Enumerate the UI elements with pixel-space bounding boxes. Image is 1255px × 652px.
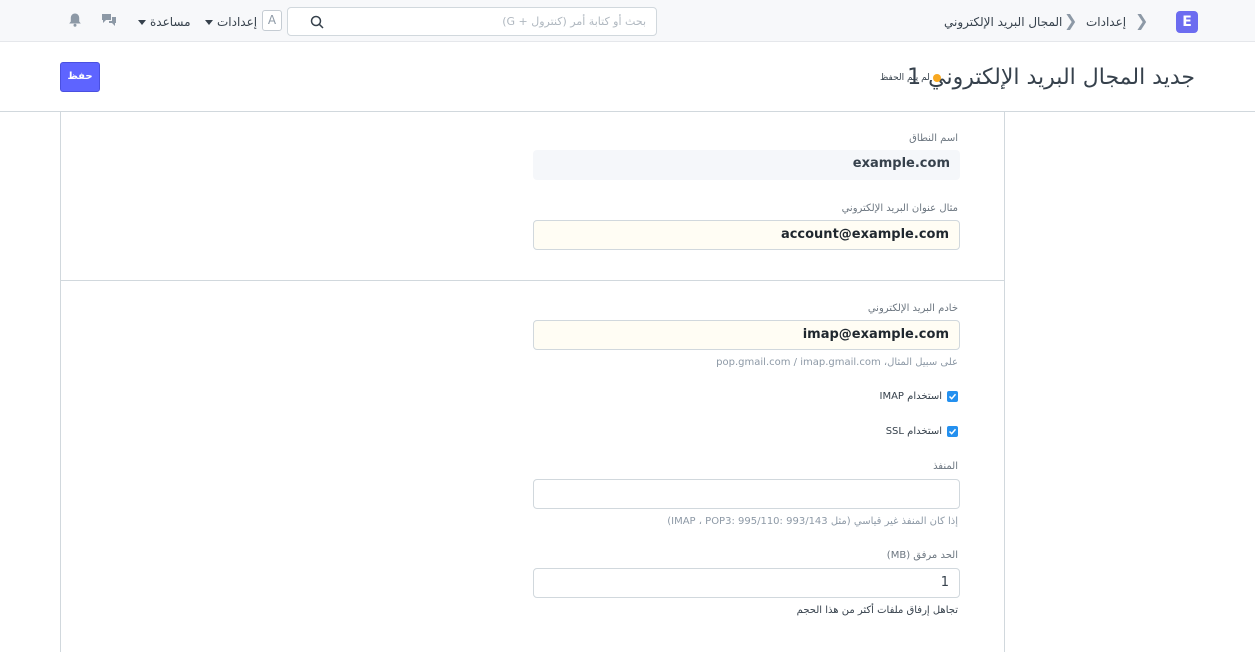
search-placeholder: بحث أو كتابة أمر (كنترول + G) [502,15,646,28]
save-button[interactable]: حفظ [60,62,100,92]
email-id-input[interactable]: account@example.com [533,220,960,250]
navbar: E ❯ إعدادات ❯ المجال البريد الإلكتروني ب… [0,0,1255,42]
email-server-label: خادم البريد الإلكتروني [867,303,958,314]
use-imap-label: استخدام IMAP [879,391,942,402]
domain-name-label: اسم النطاق [909,133,958,144]
bell-icon[interactable] [67,12,83,28]
email-server-input[interactable]: imap@example.com [533,320,960,350]
indicator-label: لم يتم الحفظ [880,73,930,83]
settings-dropdown[interactable]: إعدادات [205,14,257,30]
use-imap-checkbox[interactable]: استخدام IMAP [880,390,958,403]
breadcrumb-settings[interactable]: إعدادات [1086,14,1126,30]
attachment-limit-label: الحد مرفق (MB) [886,550,958,561]
port-label: المنفذ [933,461,958,472]
awesomebar-search[interactable]: بحث أو كتابة أمر (كنترول + G) [287,7,657,36]
chevron-right-icon: ❯ [1064,11,1078,30]
form-layout: اسم النطاق example.com مثال عنوان البريد… [60,112,1005,652]
use-ssl-label: استخدام SSL [885,426,942,437]
attachment-limit-input[interactable]: 1 [533,568,960,598]
section-divider [61,280,1004,281]
help-label: مساعدة [150,15,191,29]
settings-label: إعدادات [217,15,258,29]
breadcrumb-email-domain[interactable]: المجال البريد الإلكتروني [944,14,1062,30]
port-input[interactable] [533,479,960,509]
email-server-help: على سبيل المثال، pop.gmail.com / imap.gm… [716,357,958,368]
chevron-right-icon: ❯ [1135,11,1149,30]
checkbox-checked-icon[interactable] [947,425,958,437]
domain-name-field: example.com [533,150,960,180]
attachment-limit-help: تجاهل إرفاق ملفات أكثر من هذا الحجم [796,605,958,616]
user-avatar[interactable]: A [262,10,282,31]
port-help: إذا كان المنفذ غير قياسي (مثل 993/143 :I… [667,516,958,527]
chat-icon[interactable] [101,12,117,28]
checkbox-checked-icon[interactable] [947,390,958,402]
caret-down-icon [205,20,213,25]
page-head: جديد المجال البريد الإلكتروني 1 لم يتم ا… [0,42,1255,112]
caret-down-icon [138,20,146,25]
email-id-label: مثال عنوان البريد الإلكتروني [841,203,958,214]
app-logo[interactable]: E [1176,11,1198,33]
help-dropdown[interactable]: مساعدة [138,14,191,30]
unsaved-indicator: لم يتم الحفظ [880,72,941,84]
page-title: جديد المجال البريد الإلكتروني 1 [907,65,1195,90]
search-icon [310,15,324,29]
status-dot-icon [932,73,941,82]
use-ssl-checkbox[interactable]: استخدام SSL [886,425,958,438]
